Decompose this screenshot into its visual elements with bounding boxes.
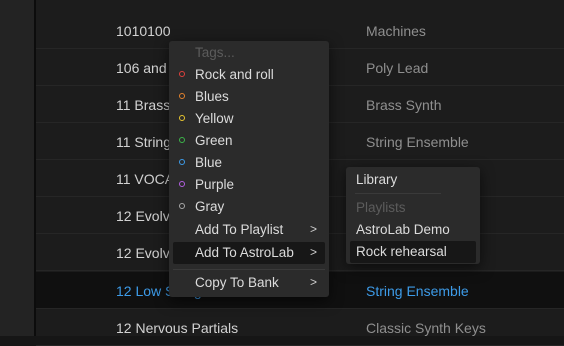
preset-name: 1010100 bbox=[116, 23, 171, 39]
menu-item-add-to-astrolab[interactable]: Add To AstroLab > bbox=[173, 242, 325, 264]
menu-header-tags: Tags... bbox=[195, 45, 235, 60]
menu-item-tag-green[interactable]: Green bbox=[173, 130, 325, 152]
preset-name: 12 Evolv bbox=[116, 245, 170, 261]
tag-color-icon bbox=[179, 203, 185, 209]
left-panel bbox=[0, 0, 34, 336]
tag-color-icon bbox=[179, 137, 185, 143]
menu-item-tag-blues[interactable]: Blues bbox=[173, 86, 325, 108]
preset-name: 11 Brass bbox=[116, 97, 171, 113]
preset-type: Brass Synth bbox=[366, 97, 442, 113]
menu-item-tag-blue[interactable]: Blue bbox=[173, 152, 325, 174]
context-menu: Tags... Rock and roll Blues Yellow Green… bbox=[169, 41, 329, 297]
chevron-right-icon: > bbox=[309, 245, 317, 259]
tag-color-icon bbox=[179, 181, 185, 187]
submenu-header-playlists: Playlists bbox=[356, 200, 406, 215]
table-row[interactable]: 12 Nervous Partials Classic Synth Keys bbox=[36, 309, 564, 346]
menu-item-tag-rock-and-roll[interactable]: Rock and roll bbox=[173, 64, 325, 86]
menu-item-tag-purple[interactable]: Purple bbox=[173, 174, 325, 196]
preset-type: Poly Lead bbox=[366, 60, 429, 76]
preset-name: 12 Evolv bbox=[116, 208, 170, 224]
preset-type: String Ensemble bbox=[366, 283, 469, 299]
tag-color-icon bbox=[179, 159, 185, 165]
chevron-right-icon: > bbox=[309, 222, 317, 236]
tag-color-icon bbox=[179, 115, 185, 121]
preset-name: 11 VOCA bbox=[116, 171, 175, 187]
submenu-item-rock-rehearsal[interactable]: Rock rehearsal bbox=[350, 241, 476, 263]
menu-divider bbox=[173, 269, 325, 270]
menu-item-copy-to-bank[interactable]: Copy To Bank > bbox=[173, 272, 325, 294]
submenu-item-library[interactable]: Library bbox=[350, 169, 476, 191]
submenu-item-astrolab-demo[interactable]: AstroLab Demo bbox=[350, 219, 476, 241]
preset-type: String Ensemble bbox=[366, 134, 469, 150]
preset-name: 12 Nervous Partials bbox=[116, 320, 239, 336]
preset-name: 106 and bbox=[116, 60, 167, 76]
preset-name: 11 String bbox=[116, 134, 171, 150]
menu-item-tag-yellow[interactable]: Yellow bbox=[173, 108, 325, 130]
menu-item-add-to-playlist[interactable]: Add To Playlist > bbox=[173, 219, 325, 241]
astrolab-submenu: Library Playlists AstroLab Demo Rock reh… bbox=[346, 167, 480, 264]
tag-color-icon bbox=[179, 93, 185, 99]
chevron-right-icon: > bbox=[309, 275, 317, 289]
preset-type: Classic Synth Keys bbox=[366, 320, 486, 336]
submenu-divider bbox=[355, 193, 441, 194]
preset-type: Machines bbox=[366, 23, 426, 39]
menu-item-tag-gray[interactable]: Gray bbox=[173, 196, 325, 218]
tag-color-icon bbox=[179, 71, 185, 77]
